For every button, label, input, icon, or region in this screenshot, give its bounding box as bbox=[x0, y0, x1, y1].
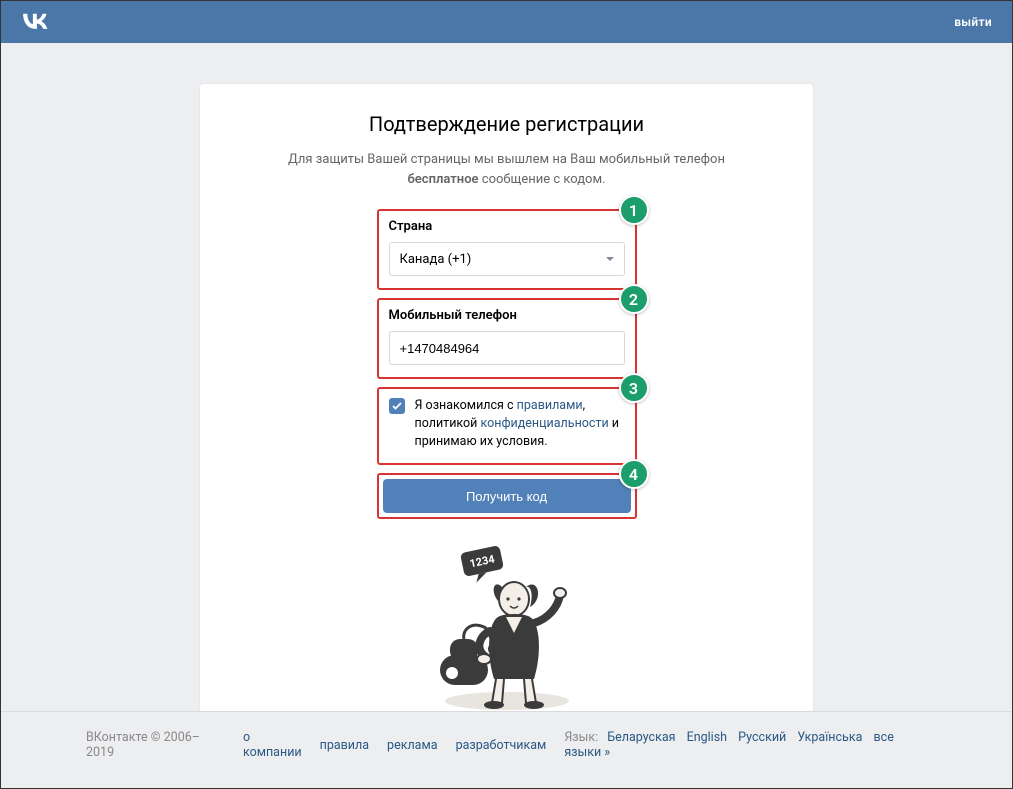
country-section: 1 Страна Канада (+1) bbox=[377, 209, 637, 290]
copyright: ВКонтакте © 2006–2019 bbox=[86, 730, 207, 760]
brand-link[interactable]: ВКонтакте bbox=[86, 730, 148, 745]
footer-about-link[interactable]: о компании bbox=[243, 730, 302, 760]
logout-link[interactable]: выйти bbox=[954, 15, 992, 29]
country-select[interactable]: Канада (+1) bbox=[389, 242, 625, 276]
footer-right: Язык: Беларуская English Русский Українс… bbox=[564, 730, 927, 760]
vk-logo[interactable] bbox=[21, 10, 49, 35]
terms-text: Я ознакомился с правилами, политикой кон… bbox=[415, 397, 625, 451]
subtitle-suffix: сообщение с кодом. bbox=[479, 172, 606, 187]
rules-link[interactable]: правилами bbox=[517, 398, 583, 413]
privacy-link[interactable]: конфиденциальности bbox=[481, 416, 609, 431]
submit-section: 4 Получить код bbox=[377, 473, 637, 519]
country-selected-value: Канада (+1) bbox=[400, 252, 472, 267]
footer-rules-link[interactable]: правила bbox=[320, 738, 369, 753]
phone-label: Мобильный телефон bbox=[389, 308, 625, 323]
lang-be[interactable]: Беларуская bbox=[607, 730, 675, 745]
phone-input[interactable] bbox=[389, 331, 625, 365]
chevron-down-icon bbox=[606, 257, 614, 261]
phone-section: 2 Мобильный телефон bbox=[377, 298, 637, 379]
footer-ads-link[interactable]: реклама bbox=[387, 738, 438, 753]
marker-2: 2 bbox=[619, 284, 649, 314]
footer-devs-link[interactable]: разработчикам bbox=[456, 738, 547, 753]
terms-t1: Я ознакомился с bbox=[415, 398, 517, 413]
lang-ru[interactable]: Русский bbox=[738, 730, 786, 745]
marker-1: 1 bbox=[619, 195, 649, 225]
country-label: Страна bbox=[389, 219, 625, 234]
marker-3: 3 bbox=[619, 373, 649, 403]
form: 1 Страна Канада (+1) 2 Мобильный телефон… bbox=[377, 209, 637, 519]
sms-illustration: 1234 bbox=[422, 543, 592, 713]
page-subtitle: Для защиты Вашей страницы мы вышлем на В… bbox=[200, 150, 813, 189]
marker-4: 4 bbox=[619, 459, 649, 489]
subtitle-prefix: Для защиты Вашей страницы мы вышлем на В… bbox=[288, 152, 725, 167]
terms-section: 3 Я ознакомился с правилами, политикой к… bbox=[377, 387, 637, 465]
check-icon bbox=[392, 401, 402, 411]
registration-card: Подтверждение регистрации Для защиты Ваш… bbox=[199, 83, 814, 736]
footer: ВКонтакте © 2006–2019 о компании правила… bbox=[1, 711, 1012, 788]
vk-logo-icon bbox=[21, 13, 49, 29]
main-content: Подтверждение регистрации Для защиты Ваш… bbox=[1, 43, 1012, 736]
terms-row: Я ознакомился с правилами, политикой кон… bbox=[389, 397, 625, 451]
language-label: Язык: bbox=[564, 730, 598, 745]
header: выйти bbox=[1, 1, 1012, 43]
lang-en[interactable]: English bbox=[687, 730, 727, 745]
subtitle-bold: бесплатное bbox=[407, 172, 478, 187]
terms-checkbox[interactable] bbox=[389, 398, 405, 414]
lang-uk[interactable]: Українська bbox=[797, 730, 862, 745]
get-code-button[interactable]: Получить код bbox=[383, 479, 631, 513]
footer-left: ВКонтакте © 2006–2019 о компании правила… bbox=[86, 730, 564, 760]
page-title: Подтверждение регистрации bbox=[200, 112, 813, 136]
